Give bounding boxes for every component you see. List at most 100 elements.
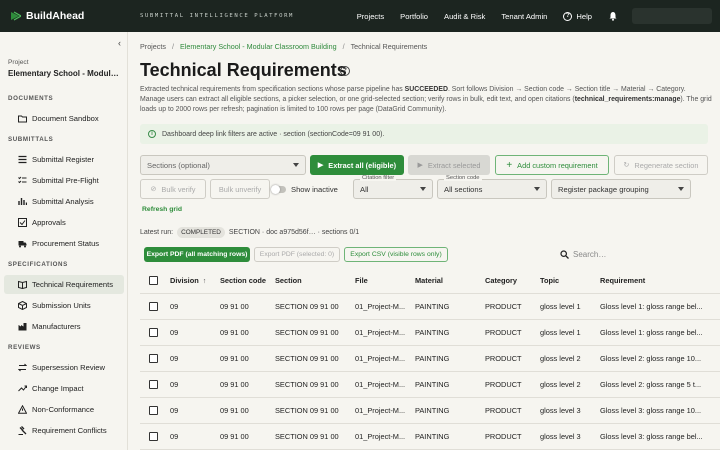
sections-select[interactable]: Sections (optional) [140, 155, 306, 175]
sidebar-item-manufacturers[interactable]: Manufacturers [4, 317, 124, 336]
nav-projects[interactable]: Projects [357, 12, 384, 21]
table-row[interactable]: 09 09 91 00 SECTION 09 91 00 01_Project-M..… [140, 346, 720, 372]
cell-section-code: 09 91 00 [220, 302, 249, 311]
row-checkbox[interactable] [149, 406, 158, 415]
cell-topic: gloss level 1 [540, 328, 581, 337]
grid-search[interactable]: Search… [560, 247, 710, 261]
extract-selected-button[interactable]: ▶ Extract selected [408, 155, 490, 175]
column-header-section-code[interactable]: Section code [220, 276, 272, 285]
section-title-reviews: REVIEWS [8, 344, 41, 351]
cell-section: SECTION 09 91 00 [275, 302, 339, 311]
show-inactive-toggle[interactable]: Show inactive [271, 184, 338, 194]
breadcrumb-project[interactable]: Elementary School - Modular Classroom Bu… [180, 42, 337, 51]
refresh-grid-button[interactable]: Refresh grid [142, 206, 182, 213]
sidebar-item-submittal-analysis[interactable]: Submittal Analysis [4, 192, 124, 211]
toggle-switch[interactable] [271, 184, 286, 194]
package-grouping-select[interactable]: Register package grouping [551, 179, 691, 199]
row-checkbox[interactable] [149, 302, 158, 311]
sidebar-item-label: Change Impact [32, 384, 84, 393]
user-menu[interactable] [632, 8, 712, 24]
show-inactive-label: Show inactive [291, 185, 338, 194]
cell-file: 01_Project-M... [355, 406, 406, 415]
warning-icon [18, 405, 27, 414]
search-icon [560, 249, 569, 259]
collapse-sidebar-icon[interactable]: ‹ [118, 38, 121, 48]
page-title: Technical Requirements [140, 60, 347, 80]
column-header-section[interactable]: Section [275, 276, 353, 285]
table-row[interactable]: 09 09 91 00 SECTION 09 91 00 01_Project-M..… [140, 372, 720, 398]
nav-tenant-admin[interactable]: Tenant Admin [501, 12, 547, 21]
sidebar-item-submittal-preflight[interactable]: Submittal Pre-Flight [4, 171, 124, 190]
cell-material: PAINTING [415, 302, 450, 311]
column-header-category[interactable]: Category [485, 276, 537, 285]
sidebar-item-label: Submittal Register [32, 155, 95, 164]
chevron-down-icon [678, 187, 684, 191]
column-header-requirement[interactable]: Requirement [600, 276, 704, 285]
cell-file: 01_Project-M... [355, 380, 406, 389]
cell-category: PRODUCT [485, 328, 522, 337]
cell-material: PAINTING [415, 354, 450, 363]
sidebar-item-submittal-register[interactable]: Submittal Register [4, 150, 124, 169]
sidebar-item-requirement-conflicts[interactable]: Requirement Conflicts [4, 421, 124, 440]
sidebar-item-approvals[interactable]: Approvals [4, 213, 124, 232]
sidebar-item-document-sandbox[interactable]: Document Sandbox [4, 109, 124, 128]
cell-topic: gloss level 2 [540, 380, 581, 389]
regenerate-section-button[interactable]: ↻ Regenerate section [614, 155, 708, 175]
row-checkbox[interactable] [149, 354, 158, 363]
sidebar-item-technical-requirements[interactable]: Technical Requirements [4, 275, 124, 294]
logo-icon [11, 11, 21, 21]
sidebar-item-supersession-review[interactable]: Supersession Review [4, 358, 124, 377]
add-custom-requirement-button[interactable]: + Add custom requirement [495, 155, 609, 175]
cell-section: SECTION 09 91 00 [275, 328, 339, 337]
help-icon: ? [563, 11, 573, 21]
folder-icon [18, 115, 27, 123]
bell-icon[interactable] [608, 11, 618, 21]
column-header-division[interactable]: Division ↑ [170, 276, 215, 285]
cell-section-code: 09 91 00 [220, 432, 249, 441]
top-nav: Projects Portfolio Audit & Risk Tenant A… [357, 0, 720, 32]
row-checkbox[interactable] [149, 328, 158, 337]
table-row[interactable]: 09 09 91 00 SECTION 09 91 00 01_Project-M..… [140, 320, 720, 346]
nav-portfolio[interactable]: Portfolio [400, 12, 428, 21]
help-label: Help [576, 11, 592, 21]
box-icon [18, 301, 27, 310]
sidebar-item-label: Document Sandbox [32, 114, 99, 123]
sort-asc-icon[interactable]: ↑ [203, 278, 207, 285]
extract-all-button[interactable]: ▶ Extract all (eligible) [310, 155, 404, 175]
sidebar-item-submission-units[interactable]: Submission Units [4, 296, 124, 315]
export-pdf-selected-button[interactable]: Export PDF (selected: 0) [254, 247, 340, 262]
export-pdf-all-button[interactable]: Export PDF (all matching rows) [144, 247, 250, 262]
cell-category: PRODUCT [485, 432, 522, 441]
bulk-unverify-button[interactable]: Bulk unverify [210, 179, 270, 199]
sidebar-item-label: Technical Requirements [32, 280, 114, 289]
sidebar-item-non-conformance[interactable]: Non-Conformance [4, 400, 124, 419]
top-bar: BuildAhead SUBMITTAL INTELLIGENCE PLATFO… [0, 0, 720, 32]
sidebar-item-label: Manufacturers [32, 322, 81, 331]
select-all-checkbox[interactable] [149, 276, 158, 285]
cell-section-code: 09 91 00 [220, 354, 249, 363]
search-input[interactable]: Search… [573, 250, 606, 259]
section-code-label: Section code [444, 175, 482, 181]
bulk-verify-button[interactable]: ⊘ Bulk verify [140, 179, 206, 199]
export-csv-button[interactable]: Export CSV (visible rows only) [344, 247, 448, 262]
project-name[interactable]: Elementary School - Modular Classroom Bu… [8, 69, 122, 78]
nav-audit-risk[interactable]: Audit & Risk [444, 12, 485, 21]
sidebar-item-change-impact[interactable]: Change Impact [4, 379, 124, 398]
row-checkbox[interactable] [149, 380, 158, 389]
cell-division: 09 [170, 432, 179, 441]
cell-file: 01_Project-M... [355, 328, 406, 337]
table-row[interactable]: 09 09 91 00 SECTION 09 91 00 01_Project-M..… [140, 294, 720, 320]
breadcrumb-projects[interactable]: Projects [140, 42, 166, 51]
sidebar-item-procurement-status[interactable]: Procurement Status [4, 234, 124, 253]
citation-filter-select[interactable]: Citation filter All [353, 175, 433, 199]
table-row[interactable]: 09 09 91 00 SECTION 09 91 00 01_Project-M..… [140, 398, 720, 424]
help-button[interactable]: ? Help [563, 11, 592, 21]
info-icon[interactable]: ? [340, 66, 350, 76]
table-row[interactable]: 09 09 91 00 SECTION 09 91 00 01_Project-M..… [140, 424, 720, 450]
section-code-select[interactable]: Section code All sections [437, 175, 547, 199]
column-header-material[interactable]: Material [415, 276, 481, 285]
row-checkbox[interactable] [149, 432, 158, 441]
cell-requirement: Gloss level 1: gloss range bel... [600, 302, 703, 311]
column-header-file[interactable]: File [355, 276, 411, 285]
column-header-topic[interactable]: Topic [540, 276, 596, 285]
